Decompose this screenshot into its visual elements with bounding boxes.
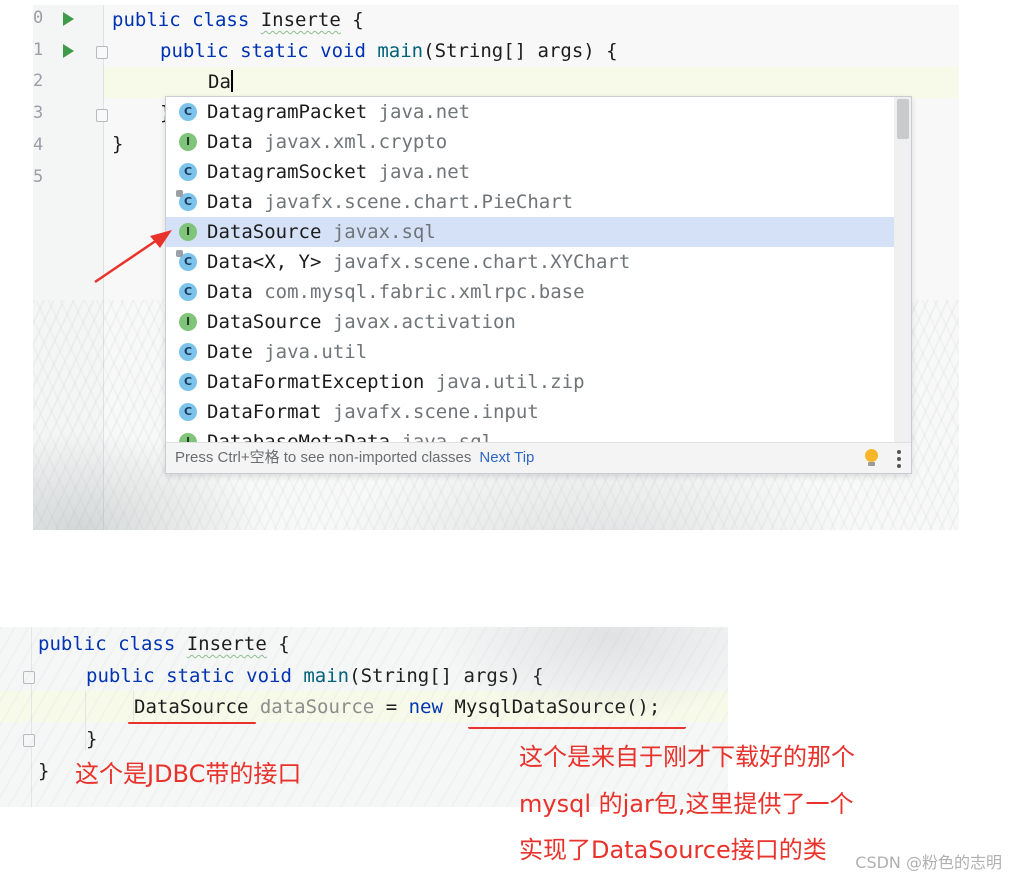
brace: } [38,760,50,782]
variable-name: dataSource [259,696,375,718]
class-name: Inserte [186,633,267,655]
constructor-call: MysqlDataSource(); [454,696,661,718]
type-name: DataSource [134,696,249,718]
code-line-declaration[interactable]: DataSource dataSource = new MysqlDataSou… [134,692,660,722]
keyword: new [408,696,443,718]
interface-annotation: 这个是JDBC带的接口 [75,760,302,788]
gutter [0,627,35,807]
red-underline [468,727,686,729]
keyword: public class [38,633,176,655]
method-params: (String[] args) { [349,665,544,687]
red-underline [128,722,256,724]
code-line-close-method[interactable]: } [86,724,97,754]
code-line-class[interactable]: public class Inserte { [38,629,290,659]
impl-annotation-line3: 实现了DataSource接口的类 [519,836,827,864]
impl-annotation-line1: 这个是来自于刚才下载好的那个 [519,743,855,771]
operator: = [385,696,398,718]
fold-icon[interactable] [23,734,35,747]
fold-icon[interactable] [23,671,35,684]
keyword: public static void [86,665,292,687]
watermark: CSDN @粉色的志明 [855,853,1002,872]
brace: } [86,728,98,750]
method-name: main [303,665,350,687]
brace: { [278,633,290,655]
impl-annotation-line2: mysql 的jar包,这里提供了一个 [519,790,854,818]
code-line-close-class[interactable]: } [38,756,49,786]
code-line-main[interactable]: public static void main(String[] args) { [86,661,544,691]
